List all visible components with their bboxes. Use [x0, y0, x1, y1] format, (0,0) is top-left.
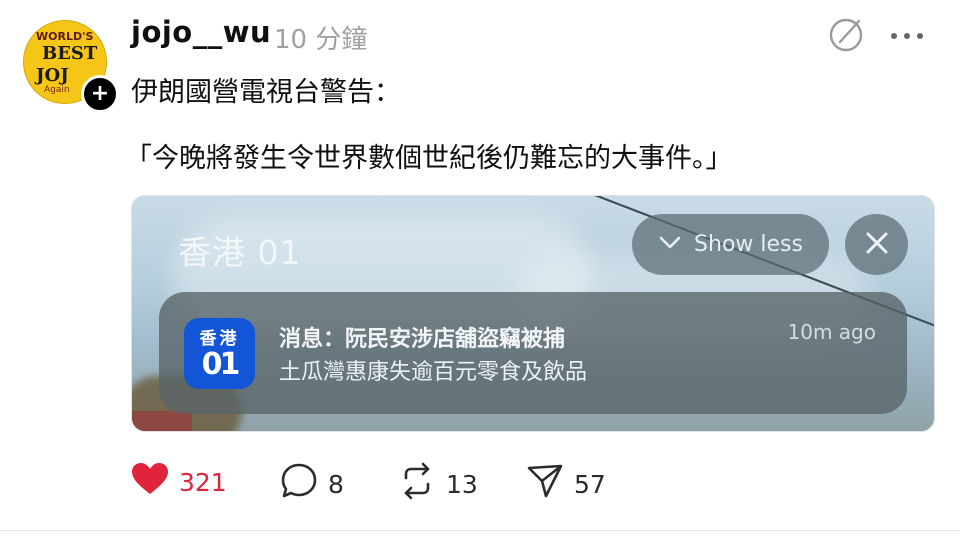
app-icon-text: 01 [201, 347, 241, 382]
more-options-icon[interactable] [888, 22, 928, 46]
post-text-line: 「今晚將發生令世界數個世紀後仍難忘的大事件。」 [125, 143, 733, 174]
like-count: 321 [179, 467, 227, 497]
avatar-text: BEST [42, 43, 98, 64]
share-count: 57 [574, 469, 606, 499]
avatar-text: WORLD'S [36, 30, 94, 43]
divider [0, 530, 960, 531]
comment-button[interactable]: 8 [280, 462, 344, 506]
avatar-text: Again [44, 85, 70, 95]
attached-image[interactable]: 香港 01 Show less 香港 01 消息：阮民安涉店舖盜竊被捕 土瓜灣惠… [131, 195, 935, 432]
app-icon: 香港 01 [184, 318, 255, 389]
notification-app-title: 香港 01 [178, 233, 302, 272]
notification-title: 消息：阮民安涉店舖盜竊被捕 [279, 327, 566, 352]
send-icon [526, 462, 564, 506]
notification[interactable]: 香港 01 消息：阮民安涉店舖盜竊被捕 土瓜灣惠康失逾百元零食及飲品 10m a… [159, 292, 907, 414]
close-icon [864, 225, 890, 265]
avatar[interactable]: WORLD'S BEST JOJ Again + [23, 20, 119, 113]
follow-plus-button[interactable]: + [81, 75, 119, 113]
username[interactable]: jojo__wu [131, 15, 271, 49]
notification-body: 土瓜灣惠康失逾百元零食及飲品 [279, 360, 588, 385]
post-text-line: 伊朗國營電視台警告： [131, 77, 401, 108]
heart-icon [131, 462, 169, 502]
avatar-text: JOJ [36, 65, 69, 86]
app-icon-text: 香港 [199, 329, 240, 349]
show-less-label: Show less [694, 232, 803, 257]
edit-icon[interactable] [828, 15, 866, 53]
comment-icon [280, 462, 318, 506]
comment-count: 8 [328, 469, 344, 499]
notification-time: 10m ago [787, 320, 876, 344]
chevron-down-icon [658, 232, 682, 257]
share-button[interactable]: 57 [526, 462, 606, 506]
post-time: 10 分鐘 [274, 25, 368, 55]
roof [132, 411, 192, 431]
close-button[interactable] [845, 214, 908, 275]
show-less-button[interactable]: Show less [632, 214, 829, 275]
repost-button[interactable]: 13 [398, 462, 478, 506]
repost-icon [398, 462, 436, 506]
repost-count: 13 [446, 469, 478, 499]
like-button[interactable]: 321 [131, 462, 227, 502]
